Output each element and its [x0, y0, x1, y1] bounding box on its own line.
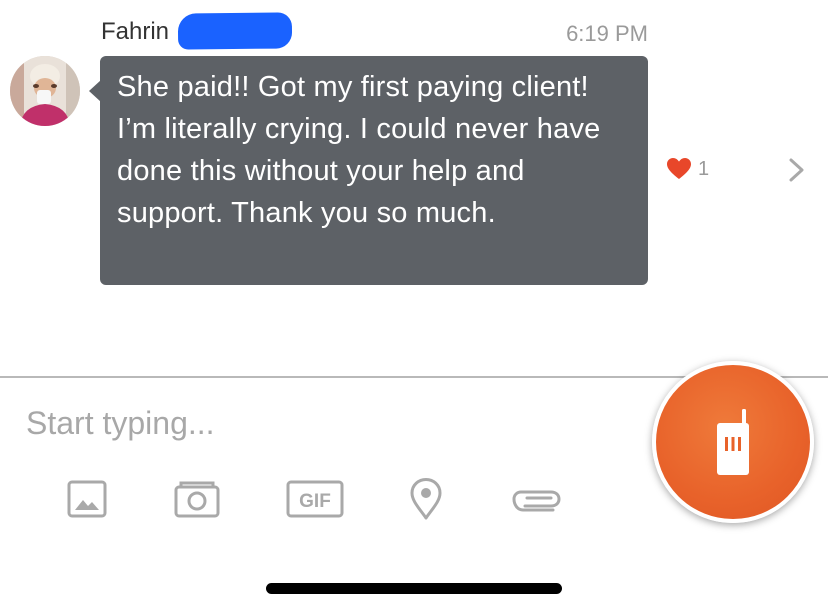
chevron-right-icon[interactable] [787, 156, 807, 184]
avatar[interactable] [10, 56, 80, 126]
gif-label: GIF [299, 491, 331, 512]
message-timestamp: 6:19 PM [566, 21, 648, 46]
camera-button[interactable] [174, 478, 220, 520]
image-icon [67, 480, 107, 518]
gif-icon: GIF [286, 480, 344, 518]
chat-screen: Fahrin 6:19 PM She paid!! Got my first p… [0, 0, 828, 608]
location-pin-icon [410, 478, 442, 520]
message-input[interactable] [26, 398, 626, 448]
paperclip-icon [512, 490, 561, 512]
camera-icon [174, 481, 220, 518]
share-location-button[interactable] [409, 478, 443, 520]
attach-image-button[interactable] [67, 478, 107, 520]
message-text: She paid!! Got my first paying client! I… [117, 71, 601, 229]
attach-file-button[interactable] [509, 478, 565, 520]
reaction-badge[interactable]: 1 [666, 156, 709, 182]
message-bubble[interactable]: She paid!! Got my first paying client! I… [100, 56, 648, 285]
heart-icon [667, 158, 691, 179]
reaction-count: 1 [698, 158, 710, 180]
gif-button[interactable]: GIF [286, 478, 344, 520]
push-to-talk-button[interactable] [652, 361, 814, 523]
avatar-photo [10, 56, 80, 126]
home-indicator[interactable] [266, 583, 562, 594]
sender-name: Fahrin [101, 18, 170, 45]
redaction-mark [177, 12, 293, 50]
walkie-talkie-icon [717, 409, 749, 475]
